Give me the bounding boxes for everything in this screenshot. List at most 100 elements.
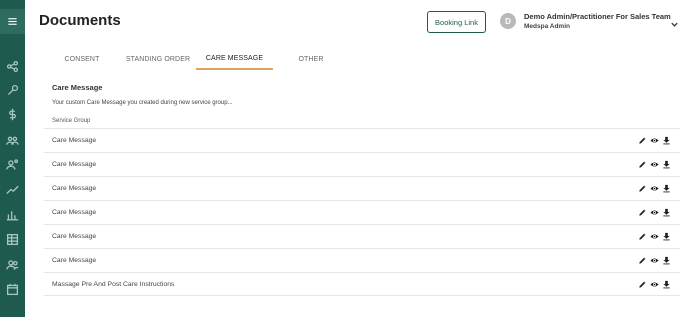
sidebar-item-team[interactable]: [4, 132, 20, 148]
pencil-icon: [639, 233, 646, 240]
pencil-icon: [639, 209, 646, 216]
download-icon: [663, 280, 670, 289]
view-button[interactable]: [650, 160, 659, 169]
booking-link-button[interactable]: Booking Link: [427, 11, 486, 33]
table-row: Care Message: [44, 176, 680, 200]
edit-button[interactable]: [638, 232, 647, 241]
download-button[interactable]: [662, 256, 671, 265]
chevron-down-icon: [671, 22, 678, 27]
trend-icon: [5, 185, 19, 194]
edit-button[interactable]: [638, 136, 647, 145]
edit-button[interactable]: [638, 256, 647, 265]
sidebar-item-user-settings[interactable]: [4, 156, 20, 172]
eye-icon: [650, 210, 659, 215]
table-row: Care Message: [44, 128, 680, 152]
user-menu-toggle[interactable]: [670, 16, 679, 27]
row-actions: [638, 208, 671, 217]
menu-icon: [8, 18, 17, 25]
eye-icon: [650, 282, 659, 287]
sidebar-item-billing[interactable]: [4, 106, 20, 122]
row-name: Massage Pre And Post Care Instructions: [52, 280, 175, 288]
column-header-service-group: Service Group: [52, 118, 91, 124]
download-button[interactable]: [662, 280, 671, 289]
user-settings-icon: [5, 158, 18, 170]
row-name: Care Message: [52, 257, 97, 264]
page-title: Documents: [39, 12, 121, 29]
row-name: Care Message: [52, 185, 97, 192]
pencil-icon: [639, 257, 646, 264]
download-icon: [663, 256, 670, 265]
tab-other[interactable]: OTHER: [273, 48, 349, 70]
download-icon: [663, 136, 670, 145]
tab-consent[interactable]: CONSENT: [44, 48, 120, 70]
row-actions: [638, 280, 671, 289]
row-actions: [638, 256, 671, 265]
pencil-icon: [639, 185, 646, 192]
sidebar-item-calendar[interactable]: [4, 281, 20, 297]
tab-standing-order[interactable]: STANDING ORDER: [120, 48, 196, 70]
download-icon: [663, 208, 670, 217]
tab-care-message[interactable]: CARE MESSAGE: [196, 48, 273, 70]
sidebar-item-share[interactable]: [4, 58, 20, 74]
section-description: Your custom Care Message you created dur…: [52, 100, 233, 106]
edit-button[interactable]: [638, 160, 647, 169]
edit-button[interactable]: [638, 208, 647, 217]
user-role: Medspa Admin: [524, 23, 570, 30]
row-name: Care Message: [52, 161, 97, 168]
download-button[interactable]: [662, 160, 671, 169]
eye-icon: [650, 138, 659, 143]
row-actions: [638, 232, 671, 241]
table-row: Massage Pre And Post Care Instructions: [44, 272, 680, 296]
menu-toggle-button[interactable]: [0, 9, 25, 34]
download-button[interactable]: [662, 136, 671, 145]
table-row: Care Message: [44, 200, 680, 224]
table-icon: [6, 233, 18, 245]
wrench-icon: [7, 84, 18, 95]
user-name[interactable]: Demo Admin/Practitioner For Sales Team: [524, 12, 671, 21]
sidebar: [0, 0, 25, 317]
eye-icon: [650, 162, 659, 167]
download-icon: [663, 184, 670, 193]
avatar[interactable]: D: [500, 13, 516, 29]
download-icon: [663, 160, 670, 169]
pencil-icon: [639, 161, 646, 168]
sidebar-item-users[interactable]: [4, 256, 20, 272]
table-row: Care Message: [44, 224, 680, 248]
pencil-icon: [639, 137, 646, 144]
dollar-icon: [8, 108, 16, 120]
row-actions: [638, 184, 671, 193]
row-actions: [638, 136, 671, 145]
view-button[interactable]: [650, 136, 659, 145]
section-title: Care Message: [52, 83, 103, 92]
view-button[interactable]: [650, 232, 659, 241]
share-icon: [6, 60, 18, 72]
download-button[interactable]: [662, 208, 671, 217]
view-button[interactable]: [650, 280, 659, 289]
view-button[interactable]: [650, 184, 659, 193]
sidebar-item-reports[interactable]: [4, 206, 20, 222]
eye-icon: [650, 258, 659, 263]
edit-button[interactable]: [638, 184, 647, 193]
table-row: Care Message: [44, 152, 680, 176]
eye-icon: [650, 234, 659, 239]
row-name: Care Message: [52, 137, 97, 144]
bar-chart-icon: [6, 210, 18, 220]
table-row: Care Message: [44, 248, 680, 272]
users-icon: [5, 259, 18, 270]
care-message-list: Care Message Care Message Care Message Care…: [44, 128, 680, 296]
sidebar-item-trends[interactable]: [4, 181, 20, 197]
eye-icon: [650, 186, 659, 191]
calendar-icon: [6, 283, 18, 295]
row-name: Care Message: [52, 209, 97, 216]
download-button[interactable]: [662, 184, 671, 193]
edit-button[interactable]: [638, 280, 647, 289]
row-name: Care Message: [52, 233, 97, 240]
download-button[interactable]: [662, 232, 671, 241]
download-icon: [663, 232, 670, 241]
view-button[interactable]: [650, 256, 659, 265]
view-button[interactable]: [650, 208, 659, 217]
sidebar-item-table[interactable]: [4, 231, 20, 247]
pencil-icon: [639, 281, 646, 288]
sidebar-item-tools[interactable]: [4, 82, 20, 98]
team-icon: [5, 136, 19, 145]
